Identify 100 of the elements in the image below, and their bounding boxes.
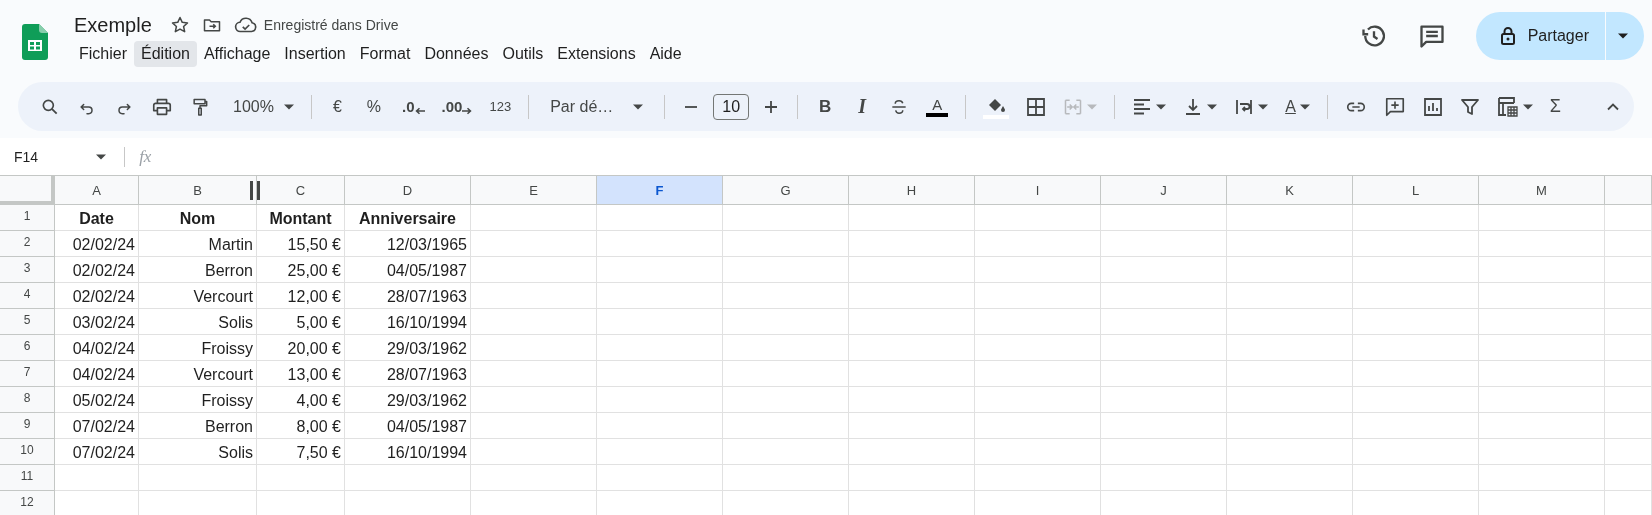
empty-cell xyxy=(1605,387,1652,413)
empty-cell xyxy=(1605,231,1652,257)
column-header[interactable]: C xyxy=(257,176,345,205)
caret-icon xyxy=(1618,33,1628,39)
row-header[interactable]: 6 xyxy=(0,335,55,361)
menu-item[interactable]: Édition xyxy=(134,41,197,67)
caret-icon xyxy=(283,103,294,110)
cloud-check-icon[interactable] xyxy=(233,15,258,35)
menu-item[interactable]: Affichage xyxy=(196,41,278,67)
column-header[interactable]: L xyxy=(1353,176,1479,205)
table-cell: 16/10/1994 xyxy=(345,439,471,465)
currency-format-button[interactable]: € xyxy=(328,97,346,116)
column-resize-handle[interactable] xyxy=(250,181,260,200)
functions-button[interactable]: Σ xyxy=(1549,96,1561,117)
column-header[interactable]: I xyxy=(975,176,1101,205)
table-cell: 12/03/1965 xyxy=(345,231,471,257)
column-header[interactable]: J xyxy=(1101,176,1227,205)
table-cell: 02/02/24 xyxy=(55,283,139,309)
document-title[interactable]: Exemple xyxy=(74,13,152,37)
menu-item[interactable]: Aide xyxy=(642,41,689,67)
save-status[interactable]: Enregistré dans Drive xyxy=(263,17,399,33)
row-header[interactable]: 1 xyxy=(0,205,55,231)
table-icon[interactable] xyxy=(1496,95,1519,118)
caret-icon xyxy=(1522,103,1533,110)
column-header[interactable]: M xyxy=(1479,176,1605,205)
table-cell: 15,50 € xyxy=(257,231,345,257)
number-format-button[interactable]: 123 xyxy=(489,99,512,114)
row-header[interactable]: 10 xyxy=(0,439,55,465)
menu-item[interactable]: Format xyxy=(352,41,418,67)
table-cell: 03/02/24 xyxy=(55,309,139,335)
menu-item[interactable]: Extensions xyxy=(550,41,643,67)
column-header[interactable]: D xyxy=(345,176,471,205)
row-header[interactable]: 2 xyxy=(0,231,55,257)
decrease-decimals-button[interactable]: .0 xyxy=(402,98,425,115)
table-cell: Vercourt xyxy=(139,283,257,309)
row-header[interactable]: 8 xyxy=(0,387,55,413)
bold-button[interactable]: B xyxy=(815,96,836,117)
table-cell: 04/05/1987 xyxy=(345,413,471,439)
filter-icon[interactable] xyxy=(1459,96,1480,117)
formula-label: fx xyxy=(139,146,152,167)
add-comment-icon[interactable] xyxy=(1383,95,1406,118)
table-cell: Date xyxy=(55,205,139,231)
star-icon[interactable] xyxy=(169,15,190,35)
row-header[interactable]: 5 xyxy=(0,309,55,335)
table-cell: 07/02/24 xyxy=(55,413,139,439)
chart-icon[interactable] xyxy=(1422,96,1443,117)
table-cell: 4,00 € xyxy=(257,387,345,413)
caret-icon xyxy=(1258,103,1269,110)
zoom-dropdown[interactable]: 100% xyxy=(233,97,294,116)
table-cell: 20,00 € xyxy=(257,335,345,361)
italic-button[interactable]: I xyxy=(852,95,873,118)
caret-icon xyxy=(1087,103,1098,110)
row-header[interactable]: 11 xyxy=(0,465,55,491)
empty-cell xyxy=(1605,205,1652,231)
menu-item[interactable]: Insertion xyxy=(277,41,353,67)
column-header[interactable]: H xyxy=(849,176,975,205)
increase-decimals-button[interactable]: .00 xyxy=(441,98,473,115)
column-header[interactable]: G xyxy=(723,176,849,205)
font-size-field[interactable]: 10 xyxy=(713,93,750,120)
table-cell: 8,00 € xyxy=(257,413,345,439)
spreadsheet-logo-icon[interactable] xyxy=(22,24,48,60)
empty-cell xyxy=(1605,283,1652,309)
row-header[interactable]: 4 xyxy=(0,283,55,309)
column-header[interactable]: E xyxy=(471,176,597,205)
table-cell: 28/07/1963 xyxy=(345,361,471,387)
borders-icon[interactable] xyxy=(1026,96,1047,117)
table-cell: Solis xyxy=(139,309,257,335)
table-cell: Froissy xyxy=(139,335,257,361)
table-cell: Berron xyxy=(139,257,257,283)
percent-format-button[interactable]: % xyxy=(362,97,386,116)
name-box[interactable]: F14 xyxy=(14,148,111,165)
menu-item[interactable]: Fichier xyxy=(72,41,134,67)
table-cell: 12,00 € xyxy=(257,283,345,309)
table-cell: 02/02/24 xyxy=(55,231,139,257)
text-rotation-button[interactable]: A xyxy=(1285,97,1296,116)
table-cell: 05/02/24 xyxy=(55,387,139,413)
text-color-button[interactable]: A xyxy=(926,96,949,117)
table-cell: 29/03/1962 xyxy=(345,387,471,413)
empty-cell xyxy=(1605,335,1652,361)
column-header[interactable]: B xyxy=(139,176,257,205)
row-header[interactable]: 7 xyxy=(0,361,55,387)
table-cell: 04/02/24 xyxy=(55,361,139,387)
row-header[interactable]: 3 xyxy=(0,257,55,283)
empty-cell xyxy=(1605,309,1652,335)
table-cell: 02/02/24 xyxy=(55,257,139,283)
column-header[interactable]: A xyxy=(55,176,139,205)
row-header[interactable]: 12 xyxy=(0,491,55,515)
table-cell: 07/02/24 xyxy=(55,439,139,465)
share-button[interactable]: Partager xyxy=(1475,12,1605,60)
column-header[interactable]: K xyxy=(1227,176,1353,205)
font-dropdown[interactable]: Par dé… xyxy=(546,97,648,116)
table-cell: Vercourt xyxy=(139,361,257,387)
table-cell: Anniversaire xyxy=(345,205,471,231)
column-header[interactable]: F xyxy=(597,176,723,205)
menu-item[interactable]: Données xyxy=(417,41,496,67)
empty-cell xyxy=(1605,439,1652,465)
lock-icon xyxy=(1499,26,1516,46)
menu-item[interactable]: Outils xyxy=(495,41,551,67)
row-header[interactable]: 9 xyxy=(0,413,55,439)
align-left-icon[interactable] xyxy=(1132,96,1153,117)
